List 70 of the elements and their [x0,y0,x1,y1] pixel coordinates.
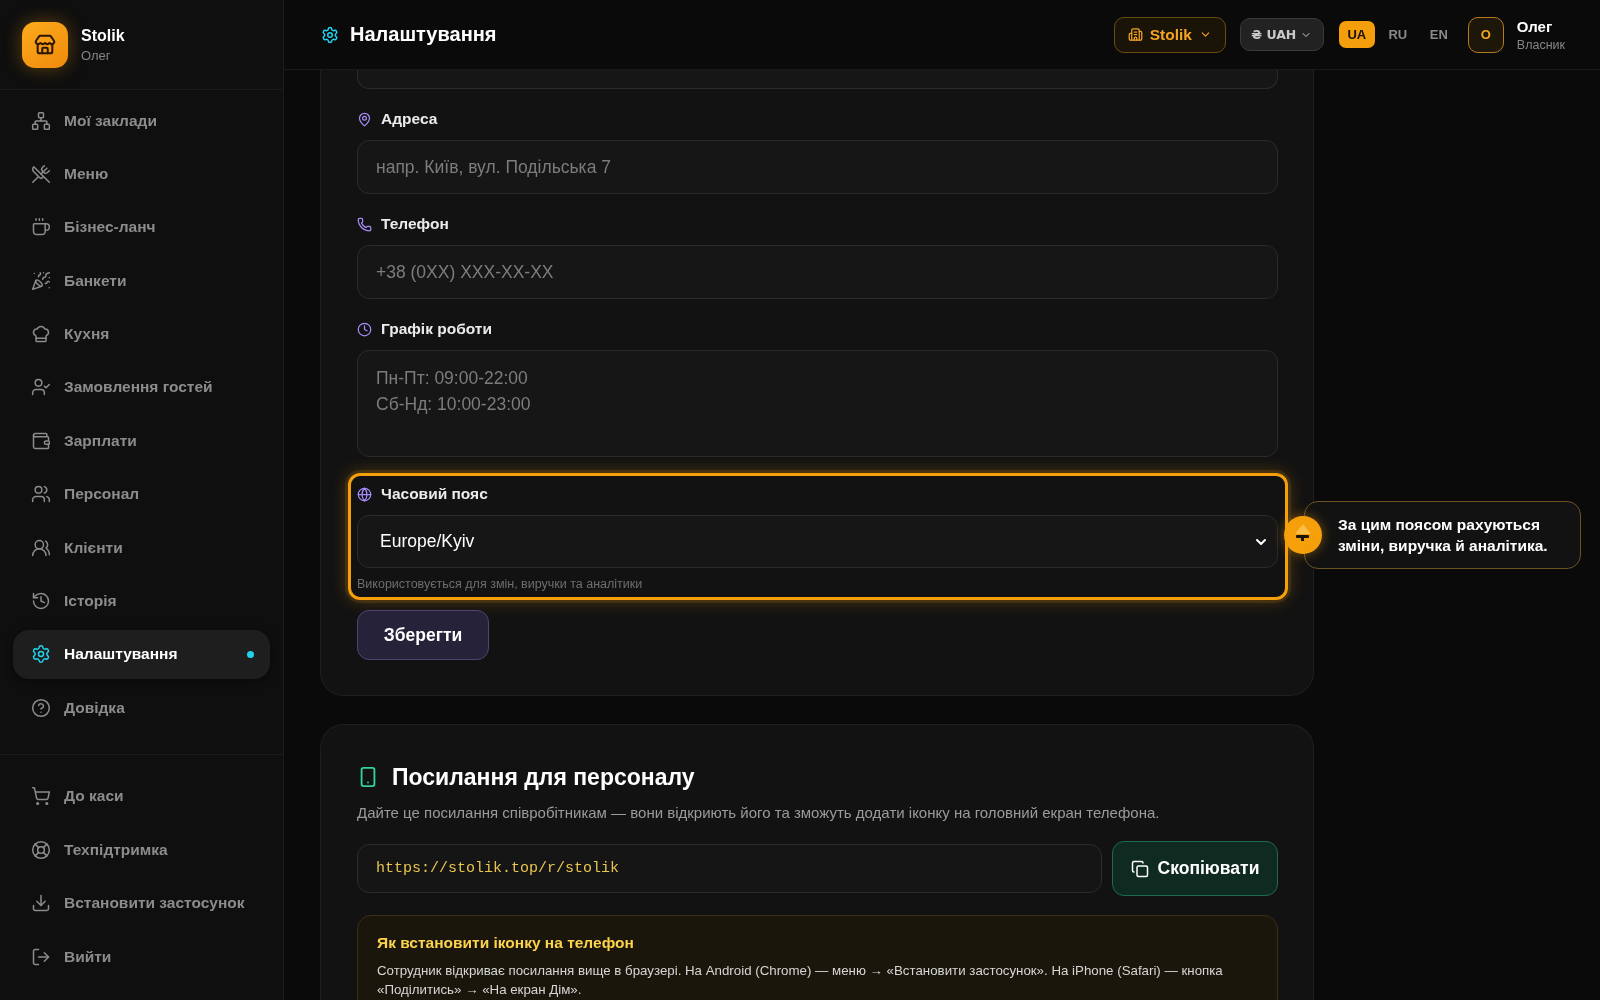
user-role: Власник [1516,37,1565,52]
globe-icon [357,486,372,502]
save-button[interactable]: Зберегти [357,610,489,660]
party-popper-icon [31,270,51,291]
avatar: О [1467,16,1504,53]
field-label: Часовий пояс [381,485,488,503]
text-input[interactable]: +38 (0XX) XXX-XX-XX [357,245,1278,299]
input-field[interactable] [357,70,1278,89]
nav-item[interactable]: Клієнти [13,523,270,573]
textarea-input[interactable]: Пн-Пт: 09:00-22:00 Сб-Нд: 10:00-23:00 [357,350,1278,457]
user-check-icon [31,377,51,398]
field-hint: Використовується для змін, виручки та аналітики [357,577,644,591]
logout-icon [31,946,51,967]
wallet-icon [31,430,51,451]
nav-item[interactable]: Меню [13,149,270,199]
network-icon [31,110,51,131]
copy-icon [1130,859,1149,878]
nav-item[interactable]: Довідка [13,683,270,733]
map-pin-icon [357,111,372,127]
settings-icon [31,644,51,665]
brand-subtitle: Олег [81,47,112,63]
brand-name: Stolik [81,26,125,45]
nav-item[interactable]: Замовлення гостей [13,362,270,412]
help-icon [31,697,51,718]
text-input[interactable]: напр. Київ, вул. Подільська 7 [357,140,1278,194]
info-title: Як встановити іконку на телефон [377,933,635,953]
chef-hat-icon [31,324,51,345]
page-title: Налаштування [350,23,497,46]
card-title: Посилання для персоналу [392,763,695,791]
store-logo-icon [22,21,68,68]
nav-item[interactable]: Налаштування [13,629,270,679]
field-label: Телефон [381,215,449,233]
phone-icon [357,216,372,232]
cart-icon [31,786,51,807]
field-label: Графік роботи [381,320,492,338]
nav-item[interactable]: Встановити застосунок [13,878,270,928]
nav-item[interactable]: Техпідтримка [13,825,270,875]
url-field[interactable]: https://stolik.top/r/stolik [357,844,1102,893]
users-icon [31,537,51,558]
utensils-icon [31,163,51,184]
active-dot-icon [247,650,254,658]
language-tab[interactable]: EN [1420,21,1457,48]
history-icon [31,591,51,611]
copy-button[interactable]: Скопіювати [1112,841,1278,896]
language-tab[interactable]: UA [1338,21,1375,48]
tooltip: За цим поясом рахуються зміни, виручка й аналітика. [1304,501,1581,569]
building-icon [1127,27,1143,42]
user-name: Олег [1516,17,1554,35]
nav-item[interactable]: До каси [13,771,270,821]
coffee-cup-icon [31,217,51,238]
lifebuoy-icon [31,839,51,860]
nav-item[interactable]: Історія [13,576,270,626]
clock-icon [357,321,372,337]
nav-item[interactable]: Вийти [13,932,270,981]
nav-item[interactable]: Бізнес-ланч [13,202,270,252]
nav-item[interactable]: Мої заклади [13,96,270,145]
nav-item[interactable]: Персонал [13,469,270,519]
nav-item[interactable]: Банкети [13,256,270,306]
timezone-select[interactable]: Europe/Kyiv [357,515,1278,568]
download-icon [31,893,51,914]
currency-button[interactable]: ₴ UAH [1239,18,1324,51]
info-text: Сотрудник відкриває посилання вище в браузері. На Android (Chrome) — меню → «Встановити застосунок». На iPhone (Safari) — кнопка «Поділитись» → «На екран Дім». [377,962,1224,999]
nav-item[interactable]: Зарплати [13,416,270,466]
settings-icon [321,25,339,44]
card-description: Дайте це посилання співробітникам — вони відкриють його та зможуть додати іконку на головний екран телефона. [357,803,1161,822]
language-tab[interactable]: RU [1379,21,1416,48]
venue-button[interactable]: Stolik [1113,16,1226,53]
nav-item[interactable]: Кухня [13,309,270,359]
users-icon [31,484,51,505]
field-label: Адреса [381,110,438,128]
